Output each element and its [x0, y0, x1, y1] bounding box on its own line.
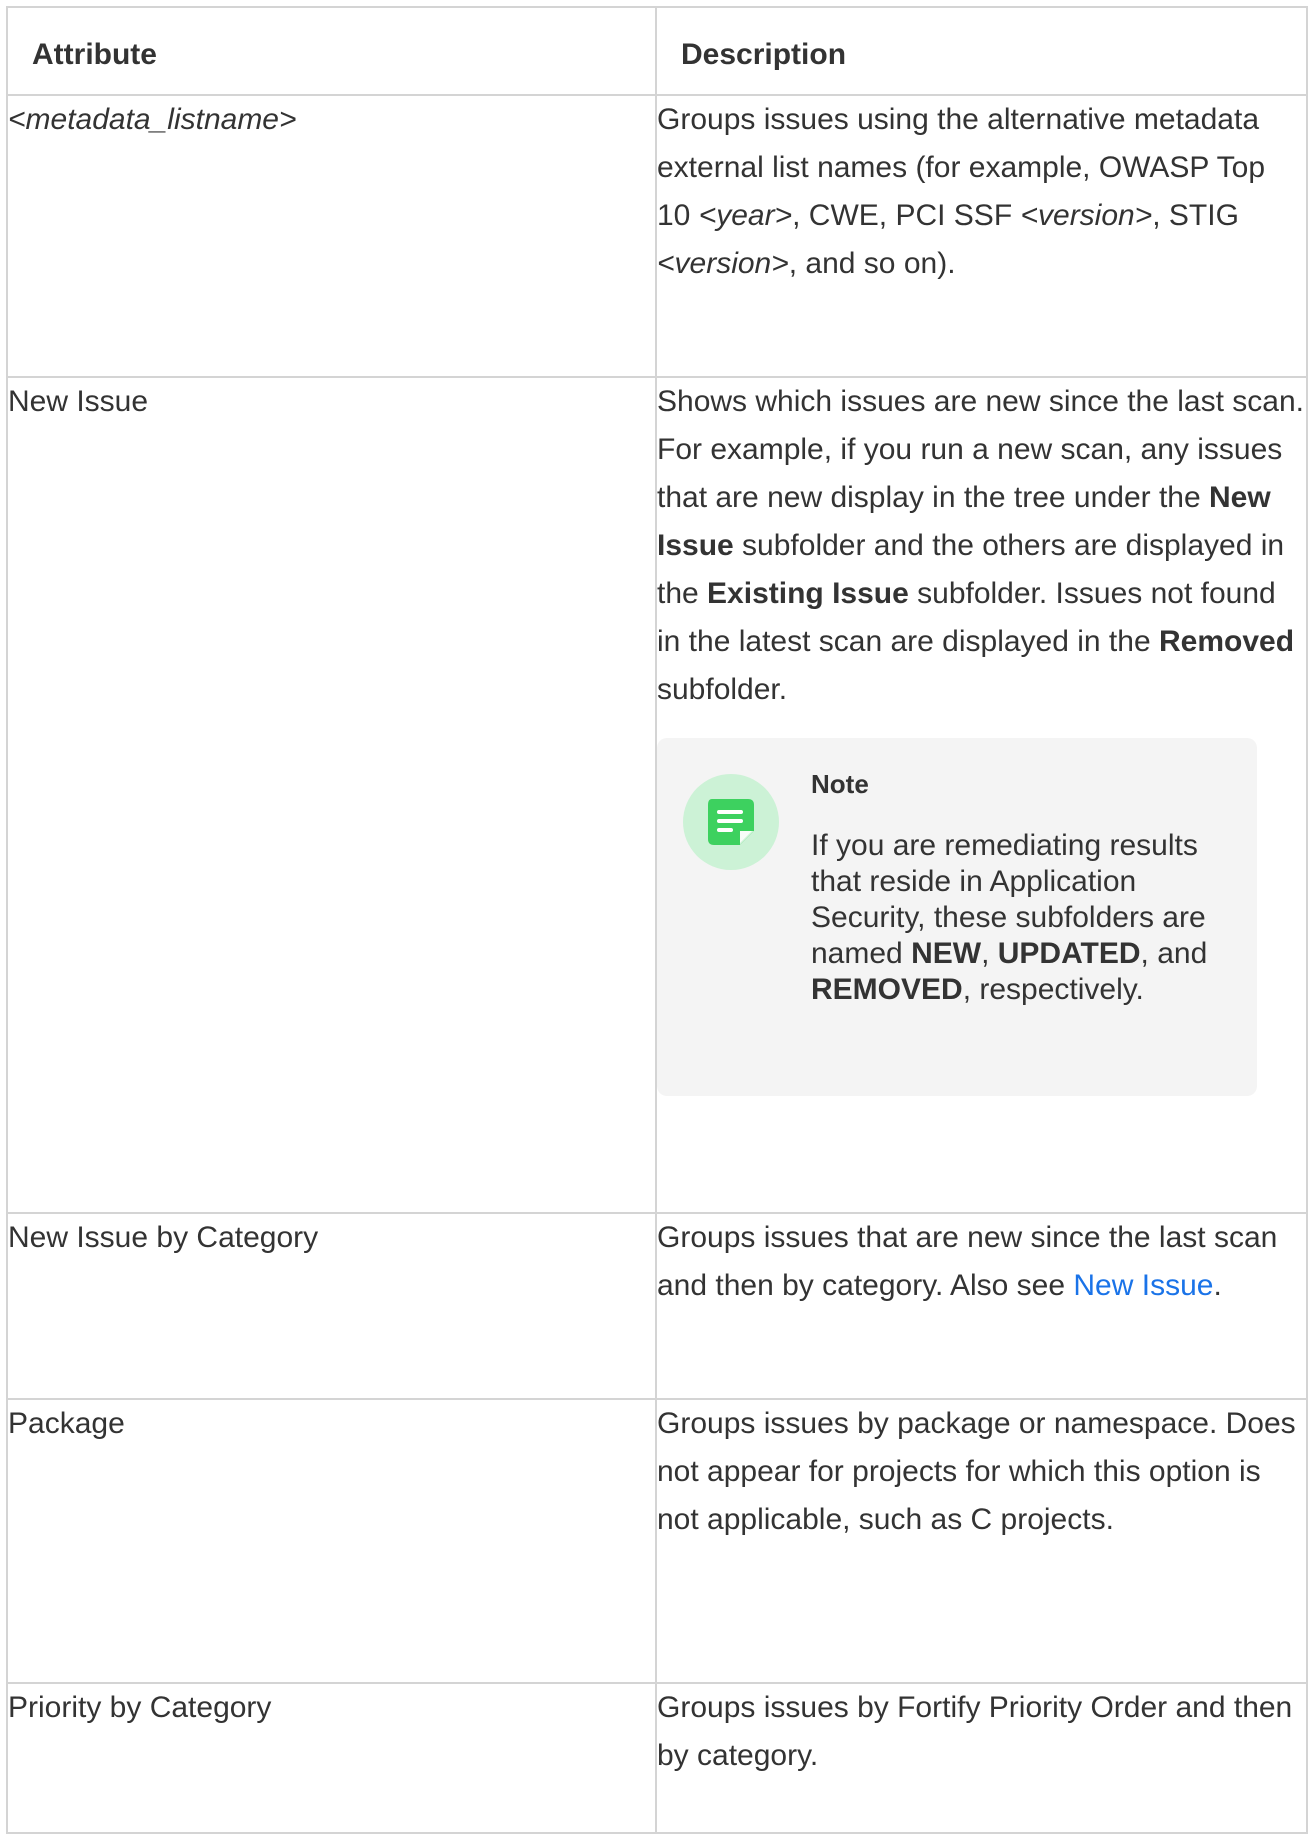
description-cell: Groups issues by package or namespace. D…	[655, 1398, 1308, 1684]
header-attribute: Attribute	[6, 6, 657, 96]
note-bold-updated: UPDATED	[997, 937, 1141, 970]
desc-bold-removed: Removed	[1158, 625, 1295, 658]
note-text: , and	[1140, 937, 1208, 970]
table-header-row: Attribute Description	[6, 6, 1308, 96]
attribute-cell: Package	[6, 1398, 657, 1684]
attributes-table: Attribute Description <metadata_listname…	[6, 6, 1308, 1834]
attribute-cell: <metadata_listname>	[6, 94, 657, 378]
description-cell: Shows which issues are new since the las…	[655, 376, 1308, 1214]
attribute-cell: New Issue	[6, 376, 657, 1214]
desc-placeholder-version: <version>	[657, 247, 789, 280]
desc-text: , CWE, PCI SSF	[792, 199, 1021, 232]
desc-placeholder-version: <version>	[1020, 199, 1153, 232]
desc-text: .	[1213, 1269, 1222, 1302]
desc-text: , and so on).	[788, 247, 956, 280]
description-cell: Groups issues using the alternative meta…	[655, 94, 1308, 378]
desc-text: , STIG	[1152, 199, 1239, 232]
desc-text: subfolder.	[657, 673, 788, 706]
table-row: Package Groups issues by package or name…	[6, 1398, 1308, 1684]
note-text: ,	[981, 937, 998, 970]
note-callout: Note If you are remediating results that…	[657, 738, 1257, 1096]
table-row: <metadata_listname> Groups issues using …	[6, 94, 1308, 378]
note-title: Note	[811, 769, 869, 799]
note-icon	[708, 799, 754, 845]
attribute-cell: New Issue by Category	[6, 1212, 657, 1400]
note-bold-new: NEW	[911, 937, 982, 970]
header-description: Description	[655, 6, 1308, 96]
new-issue-link[interactable]: New Issue	[1073, 1269, 1213, 1302]
attribute-cell: Priority by Category	[6, 1682, 657, 1834]
table-row: New Issue by Category Groups issues that…	[6, 1212, 1308, 1400]
note-body: Note If you are remediating results that…	[811, 766, 1231, 1008]
note-icon-badge	[683, 774, 779, 870]
desc-text: Shows which issues are new since the las…	[657, 385, 1304, 514]
description-paragraph: Shows which issues are new since the las…	[657, 378, 1306, 714]
desc-bold-existing-issue: Existing Issue	[707, 577, 909, 610]
description-cell: Groups issues that are new since the las…	[655, 1212, 1308, 1400]
table-row: Priority by Category Groups issues by Fo…	[6, 1682, 1308, 1834]
table-row: New Issue Shows which issues are new sin…	[6, 376, 1308, 1214]
note-text: , respectively.	[962, 973, 1144, 1006]
note-bold-removed: REMOVED	[811, 973, 963, 1006]
description-cell: Groups issues by Fortify Priority Order …	[655, 1682, 1308, 1834]
desc-placeholder-year: <year>	[698, 199, 793, 232]
